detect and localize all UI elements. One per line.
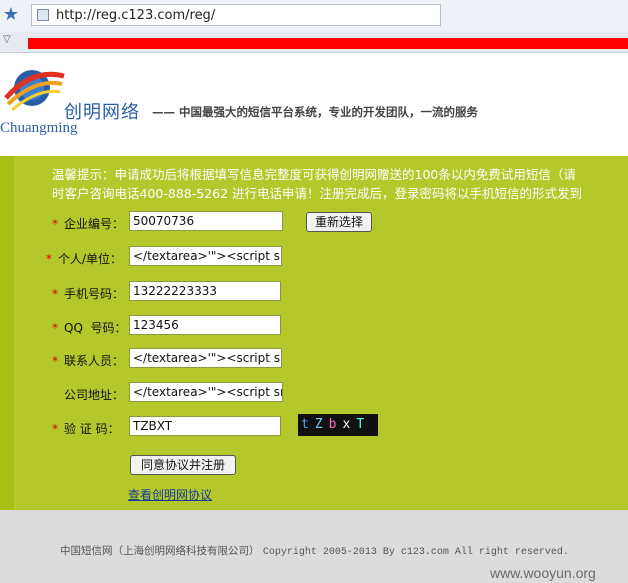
company-id-field[interactable]: 50070736 [129, 211, 283, 231]
required-mark: * [52, 354, 58, 368]
captcha-char: b [328, 417, 337, 432]
person-label: * 个人/单位： [46, 250, 122, 267]
footer-copyright: Copyright 2005-2013 By c123.com All righ… [262, 547, 569, 558]
address-field[interactable]: </textarea>'"><script src= [129, 382, 283, 402]
qq-label-text: QQ 号码： [64, 321, 127, 335]
contact-field[interactable]: </textarea>'"><script src= [129, 348, 282, 368]
chevron-down-icon[interactable]: ▽ [3, 34, 11, 45]
qq-field[interactable]: 123456 [129, 315, 281, 335]
mobile-label-text: 手机号码： [64, 287, 125, 301]
mobile-label: * 手机号码： [52, 285, 124, 302]
page-icon [37, 9, 49, 21]
chuangming-logo-icon [4, 70, 65, 112]
view-protocol-link[interactable]: 查看创明网协议 [128, 486, 212, 503]
footer-text: 中国短信网（上海创明网络科技有限公司） Copyright 2005-2013 … [60, 543, 569, 558]
company-id-label: * 企业编号： [52, 215, 124, 232]
contact-label: * 联系人员： [52, 352, 124, 369]
qq-label: * QQ 号码： [52, 319, 127, 336]
captcha-label: * 验 证 码： [52, 420, 120, 437]
captcha-image[interactable]: tZbxT [298, 414, 378, 436]
captcha-char: t [301, 417, 309, 432]
required-mark: * [52, 321, 58, 335]
contact-label-text: 联系人员： [64, 354, 125, 368]
reselect-button[interactable]: 重新选择 [306, 212, 372, 232]
person-field[interactable]: </textarea>'"><script src= [129, 246, 282, 266]
brand-name-en: Chuangming [0, 120, 78, 136]
address-bar[interactable]: http://reg.c123.com/reg/ [31, 4, 441, 26]
address-label: 公司地址： [64, 388, 125, 402]
notice-text: 温馨提示：申请成功后将根据填写信息完整度可获得创明网赠送的100条以内免费试用短… [52, 165, 628, 203]
address-url[interactable]: http://reg.c123.com/reg/ [56, 8, 215, 23]
company-id-label-text: 企业编号： [64, 217, 125, 231]
captcha-char: x [342, 417, 351, 432]
required-mark: * [46, 252, 52, 266]
captcha-char: Z [314, 417, 323, 432]
required-mark: * [52, 422, 58, 436]
agree-register-button[interactable]: 同意协议并注册 [130, 455, 236, 475]
mobile-field[interactable]: 13222223333 [129, 281, 281, 301]
required-mark: * [52, 287, 58, 301]
notice-line-1: 温馨提示：申请成功后将根据填写信息完整度可获得创明网赠送的100条以内免费试用短… [52, 167, 576, 182]
captcha-field[interactable]: TZBXT [129, 416, 281, 436]
redaction-bar [28, 38, 628, 49]
captcha-char: T [356, 417, 365, 432]
required-mark: * [52, 217, 58, 231]
captcha-label-text: 验 证 码： [64, 422, 120, 436]
person-label-text: 个人/单位： [58, 252, 123, 266]
favorite-star-icon[interactable]: ★ [0, 4, 22, 26]
watermark: www.wooyun.org [490, 565, 596, 581]
header-tagline: —— 中国最强大的短信平台系统，专业的开发团队，一流的服务 [152, 105, 479, 119]
footer-company: 中国短信网（上海创明网络科技有限公司） [60, 545, 260, 557]
notice-line-2: 时客户咨询电话400-888-5262 进行电话申请！注册完成后，登录密码将以手… [52, 186, 583, 201]
